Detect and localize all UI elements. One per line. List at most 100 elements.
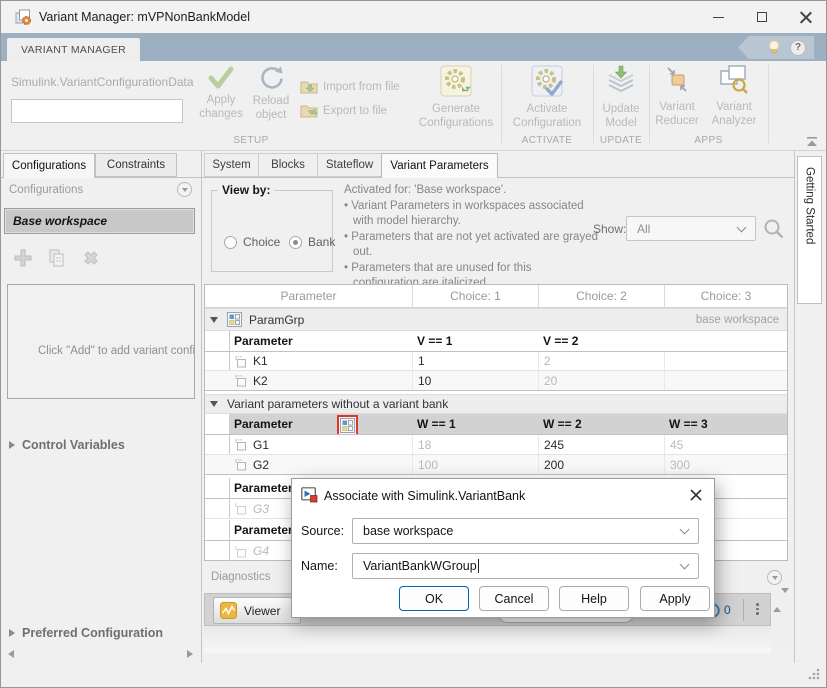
variant-reducer-button[interactable]: Variant Reducer (647, 63, 707, 145)
radio-choice-label: Choice (243, 235, 280, 249)
diagnostics-header: Diagnostics (211, 571, 270, 583)
maximize-icon[interactable] (740, 1, 784, 33)
name-combobox[interactable]: VariantBankWGroup (352, 553, 699, 579)
diagnostics-scrollbar[interactable] (773, 593, 790, 653)
scroll-up-icon[interactable] (773, 593, 781, 612)
table-row-g1[interactable]: G1 18 245 45 (205, 435, 787, 455)
group-name: ParamGrp (249, 313, 304, 327)
scroll-down-icon[interactable] (781, 588, 789, 607)
window-title: Variant Manager: mVPNonBankModel (39, 10, 250, 24)
import-icon (300, 79, 318, 94)
parameter-icon (234, 545, 247, 558)
minimize-icon[interactable] (696, 1, 740, 33)
tab-constraints[interactable]: Constraints (95, 153, 177, 177)
tab-stateflow[interactable]: Stateflow (317, 153, 382, 177)
delete-configuration-button[interactable] (77, 244, 104, 271)
collapse-group-icon[interactable] (210, 401, 218, 407)
search-icon[interactable] (762, 217, 786, 241)
parameter-icon (234, 374, 247, 387)
group-row-no-bank[interactable]: Variant parameters without a variant ban… (205, 394, 787, 414)
help-icon[interactable]: ? (790, 40, 806, 56)
info-bullet-2: Parameters that are not yet activated ar… (344, 230, 600, 261)
group-row-paramgrp[interactable]: ParamGrp base workspace (205, 308, 787, 331)
show-label: Show: (593, 222, 626, 236)
tab-variant-parameters[interactable]: Variant Parameters (381, 153, 498, 178)
config-item-label: Base workspace (13, 214, 107, 228)
variant-bank-icon (340, 418, 355, 433)
tab-blocks[interactable]: Blocks (258, 153, 318, 177)
export-icon (300, 103, 318, 118)
parameter-value: 18 (412, 435, 538, 454)
close-icon[interactable] (784, 1, 827, 33)
help-button[interactable]: Help (559, 586, 629, 611)
update-model-button[interactable]: Update Model (591, 63, 651, 145)
group-name: Variant parameters without a variant ban… (227, 397, 448, 411)
parameter-name: G2 (253, 458, 269, 472)
variant-analyzer-icon (717, 63, 751, 97)
add-configuration-button[interactable] (9, 244, 36, 271)
tab-stateflow-label: Stateflow (326, 159, 373, 171)
tab-system[interactable]: System (204, 153, 259, 177)
table-row-g2[interactable]: G2 100 200 300 (205, 455, 787, 475)
apply-button[interactable]: Apply (640, 586, 710, 611)
source-label: Source: (301, 524, 344, 538)
getting-started-label: Getting Started (804, 167, 816, 244)
export-to-file-button[interactable]: Export to file (300, 103, 387, 118)
viewer-icon (220, 602, 237, 619)
import-from-file-button[interactable]: Import from file (300, 79, 400, 94)
control-variables-section[interactable]: Control Variables (9, 438, 125, 452)
collapse-ribbon-icon[interactable] (805, 137, 819, 147)
variant-analyzer-button[interactable]: Variant Analyzer (704, 63, 764, 145)
collapse-configurations-icon[interactable] (177, 182, 192, 197)
diagnostics-viewer-tab[interactable]: Viewer (213, 597, 301, 624)
subheader-choice2: W == 2 (538, 414, 664, 434)
subtable-header-row[interactable]: Parameter V == 1 V == 2 (205, 331, 787, 352)
config-data-input[interactable] (11, 99, 183, 123)
lightbulb-icon[interactable] (766, 39, 782, 56)
parameter-name: G4 (253, 544, 269, 558)
tab-getting-started[interactable]: Getting Started (797, 156, 822, 304)
tab-system-label: System (212, 159, 250, 171)
cancel-button[interactable]: Cancel (479, 586, 549, 611)
parameter-value (664, 371, 787, 390)
table-row-k2[interactable]: K2 10 20 (205, 371, 787, 391)
show-filter-dropdown[interactable]: All (626, 216, 756, 241)
activate-configuration-button[interactable]: Activate Configuration (505, 63, 589, 145)
generate-configurations-button[interactable]: Generate Configurations (414, 63, 498, 145)
collapse-group-icon[interactable] (210, 317, 218, 323)
plus-icon (14, 249, 32, 267)
parameter-value: 1 (412, 352, 538, 370)
tab-variant-manager[interactable]: VARIANT MANAGER (7, 38, 140, 61)
configurations-list[interactable]: Click "Add" to add variant configu (7, 284, 195, 399)
chevron-down-icon (680, 560, 690, 570)
ok-button[interactable]: OK (399, 586, 469, 611)
preferred-configuration-section[interactable]: Preferred Configuration (9, 626, 163, 640)
dialog-close-icon[interactable] (688, 487, 704, 503)
parameter-value: 2 (538, 352, 664, 370)
app-icon (15, 9, 32, 26)
ribbon-tab-bar: VARIANT MANAGER ? (1, 33, 827, 61)
config-list-item-base-workspace[interactable]: Base workspace (4, 208, 195, 234)
subheader-choice1: W == 1 (412, 414, 538, 434)
check-icon (207, 65, 235, 90)
source-dropdown[interactable]: base workspace (352, 518, 699, 544)
update-model-label: Update Model (602, 103, 639, 129)
delete-x-icon (82, 249, 100, 267)
subtable-header-row-selected[interactable]: Parameter W == 1 W == 2 W == 3 (205, 414, 787, 435)
scroll-right-icon[interactable] (187, 650, 193, 658)
radio-bank[interactable]: Bank (289, 235, 335, 249)
resize-grip[interactable] (807, 667, 821, 681)
associate-bank-icon[interactable] (337, 415, 358, 434)
divider (794, 151, 795, 663)
table-row-k1[interactable]: K1 1 2 (205, 352, 787, 371)
more-options-icon[interactable] (756, 603, 759, 615)
scroll-left-icon[interactable] (8, 650, 14, 658)
collapse-diagnostics-icon[interactable] (767, 570, 782, 585)
subheader-parameter: Parameter (210, 481, 293, 495)
radio-choice[interactable]: Choice (224, 235, 280, 249)
parameter-value: 100 (412, 455, 538, 474)
tab-configurations[interactable]: Configurations (3, 153, 95, 178)
copy-configuration-button[interactable] (43, 244, 70, 271)
export-to-file-label: Export to file (323, 105, 387, 117)
panel-splitter[interactable] (201, 151, 202, 663)
